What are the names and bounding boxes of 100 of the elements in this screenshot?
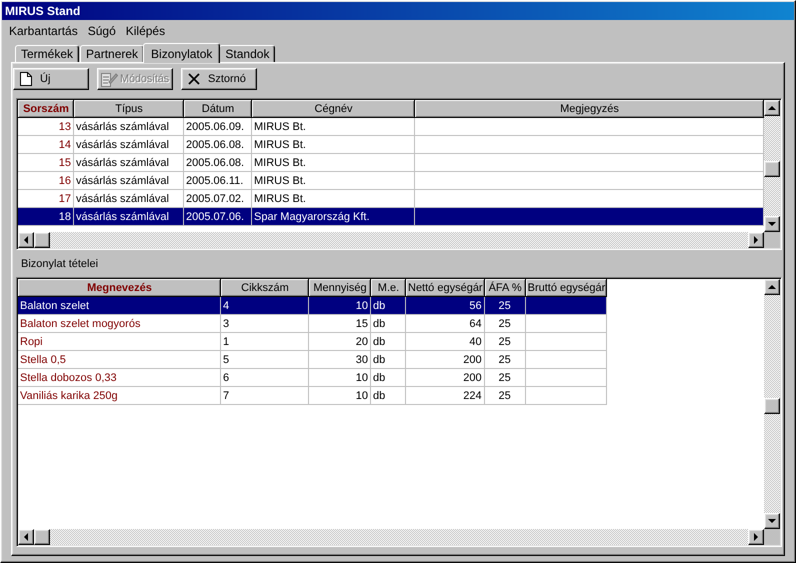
table-row[interactable]: 18 vásárlás számlával 2005.07.06. Spar Magyarország Kft.: [18, 208, 764, 226]
table-row[interactable]: 14 vásárlás számlával 2005.06.08. MIRUS Bt.: [18, 136, 764, 154]
table-cell: MIRUS Bt.: [252, 136, 415, 154]
scroll-down-button[interactable]: [764, 216, 780, 232]
table-cell: 5: [221, 351, 309, 369]
menu-item[interactable]: Karbantartás: [4, 22, 83, 38]
scroll-right-button[interactable]: [748, 232, 764, 248]
table-cell: vásárlás számlával: [74, 154, 184, 172]
table-cell: 10: [309, 369, 371, 387]
tab[interactable]: Termékek: [15, 45, 80, 62]
tab[interactable]: Bizonylatok: [143, 43, 220, 63]
column-header[interactable]: Mennyiség: [309, 279, 371, 297]
table-cell: 25: [484, 333, 526, 351]
tab[interactable]: Partnerek: [80, 45, 144, 62]
table-cell: 1: [221, 333, 309, 351]
table-row[interactable]: 16 vásárlás számlával 2005.06.11. MIRUS Bt.: [18, 172, 764, 190]
table-cell: 15: [18, 154, 74, 172]
column-header[interactable]: Sorszám: [18, 100, 74, 118]
scroll-thumb[interactable]: [764, 161, 780, 177]
table-cell: Stella dobozos 0,33: [18, 369, 221, 387]
table-cell: Spar Magyarország Kft.: [252, 208, 415, 226]
table-cell: 2005.07.06.: [184, 208, 252, 226]
column-header[interactable]: Nettó egységár: [406, 279, 485, 297]
column-header[interactable]: Bruttó egységár: [526, 279, 608, 297]
scroll-right-button[interactable]: [748, 529, 764, 545]
table-cell: 10: [309, 387, 371, 405]
table-cell: 56: [406, 297, 485, 315]
table-cell: 14: [18, 136, 74, 154]
section-label: Bizonylat tételei: [21, 258, 100, 271]
scroll-thumb[interactable]: [764, 398, 780, 414]
table-cell: db: [371, 333, 406, 351]
table-cell: db: [371, 297, 406, 315]
pencil-document-icon: [100, 71, 118, 87]
table-row[interactable]: 15 vásárlás számlával 2005.06.08. MIRUS Bt.: [18, 154, 764, 172]
table-row[interactable]: Vaniliás karika 250g 7 10 db 224 25: [18, 387, 608, 405]
scroll-down-button[interactable]: [764, 513, 780, 529]
table-cell: 64: [406, 315, 485, 333]
table-row[interactable]: Balaton szelet mogyorós 3 15 db 64 25: [18, 315, 608, 333]
table-cell: Balaton szelet mogyorós: [18, 315, 221, 333]
table-row[interactable]: Stella dobozos 0,33 6 10 db 200 25: [18, 369, 608, 387]
table-cell: 40: [406, 333, 485, 351]
scrollbar-corner: [764, 232, 780, 248]
table-cell: MIRUS Bt.: [252, 118, 415, 136]
column-header[interactable]: Megnevezés: [18, 279, 221, 297]
table-cell: 25: [484, 387, 526, 405]
table-cell: 30: [309, 351, 371, 369]
scroll-up-button[interactable]: [764, 100, 780, 116]
table-cell: 10: [309, 297, 371, 315]
scroll-thumb[interactable]: [34, 529, 50, 545]
table-cell: 200: [406, 369, 485, 387]
table-cell: 25: [484, 297, 526, 315]
table-cell: 15: [309, 315, 371, 333]
table-cell: db: [371, 369, 406, 387]
table-cell: 2005.06.11.: [184, 172, 252, 190]
column-header[interactable]: Cikkszám: [221, 279, 309, 297]
column-header[interactable]: Megjegyzés: [415, 100, 764, 118]
table-cell: 200: [406, 351, 485, 369]
table-cell: 25: [484, 369, 526, 387]
table-row[interactable]: 13 vásárlás számlával 2005.06.09. MIRUS Bt.: [18, 118, 764, 136]
document-icon: [20, 72, 32, 86]
tab[interactable]: Standok: [219, 45, 276, 62]
scroll-left-button[interactable]: [18, 232, 34, 248]
table-cell: 18: [18, 208, 74, 226]
table-cell: 2005.06.08.: [184, 154, 252, 172]
column-header[interactable]: M.e.: [371, 279, 406, 297]
table-cell: db: [371, 387, 406, 405]
table-cell: 7: [221, 387, 309, 405]
table-cell: db: [371, 315, 406, 333]
table-cell: vásárlás számlával: [74, 208, 184, 226]
table-cell: db: [371, 351, 406, 369]
table-cell: 13: [18, 118, 74, 136]
table-cell: 4: [221, 297, 309, 315]
column-header[interactable]: Dátum: [184, 100, 252, 118]
table-cell: 20: [309, 333, 371, 351]
table-cell: MIRUS Bt.: [252, 154, 415, 172]
scroll-left-button[interactable]: [18, 529, 34, 545]
table-row[interactable]: Balaton szelet 4 10 db 56 25: [18, 297, 608, 315]
column-header[interactable]: Típus: [74, 100, 184, 118]
table-cell: 3: [221, 315, 309, 333]
toolbar-button[interactable]: Sztornó: [181, 68, 257, 90]
column-header[interactable]: ÁFA %: [484, 279, 526, 297]
menu-item[interactable]: Kilépés: [120, 22, 170, 38]
table-cell: 2005.06.09.: [184, 118, 252, 136]
scroll-thumb[interactable]: [34, 232, 50, 248]
table-cell: Vaniliás karika 250g: [18, 387, 221, 405]
table-cell: vásárlás számlával: [74, 118, 184, 136]
table-cell: 25: [484, 351, 526, 369]
menu-item[interactable]: Súgó: [82, 22, 121, 38]
table-row[interactable]: Ropi 1 20 db 40 25: [18, 333, 608, 351]
table-cell: 25: [484, 315, 526, 333]
table-cell: 16: [18, 172, 74, 190]
toolbar-button[interactable]: Új: [13, 68, 89, 90]
table-cell: Stella 0,5: [18, 351, 221, 369]
table-row[interactable]: Stella 0,5 5 30 db 200 25: [18, 351, 608, 369]
column-header[interactable]: Cégnév: [252, 100, 415, 118]
table-cell: MIRUS Bt.: [252, 172, 415, 190]
table-cell: 2005.06.08.: [184, 136, 252, 154]
scroll-up-button[interactable]: [764, 279, 780, 295]
x-icon: [188, 73, 200, 85]
table-cell: Balaton szelet: [18, 297, 221, 315]
